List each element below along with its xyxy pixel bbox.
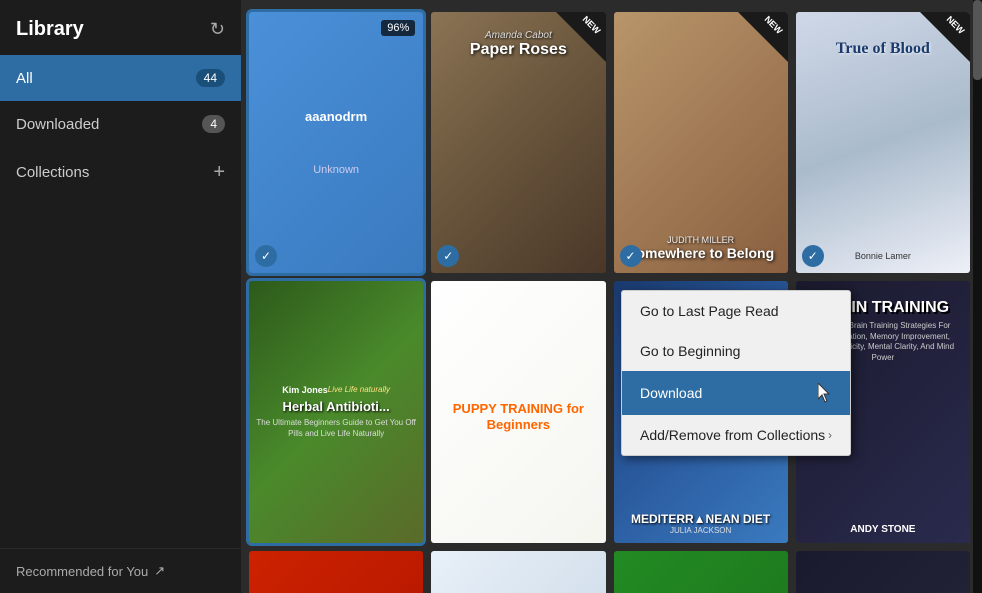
book-card-11[interactable]: ★ SURVIVAL Pantry Essential Guide <box>614 551 788 593</box>
book-1-check: ✓ <box>255 245 277 267</box>
book-3-check: ✓ <box>620 245 642 267</box>
book-card-2[interactable]: Amanda Cabot Paper Roses NEW ✓ <box>431 12 605 273</box>
book-1-progress: 96% <box>381 20 415 36</box>
book-2-author: Amanda Cabot <box>485 30 552 41</box>
sidebar: Library ↻ All 44 Downloaded 4 Collection… <box>0 0 241 593</box>
book-3-author: JUDITH MILLER <box>667 235 734 245</box>
book-1-subtitle: Unknown <box>313 164 359 176</box>
context-menu: Go to Last Page Read Go to Beginning Dow… <box>621 290 851 456</box>
book-card-3[interactable]: JUDITH MILLER Somewhere to Belong NEW ✓ <box>614 12 788 273</box>
context-menu-download-label: Download <box>640 385 702 401</box>
book-8-author: ANDY STONE <box>850 524 915 535</box>
sidebar-item-collections[interactable]: Collections + <box>0 147 241 198</box>
book-4-check: ✓ <box>802 245 824 267</box>
context-menu-last-page[interactable]: Go to Last Page Read <box>622 291 850 331</box>
context-menu-beginning[interactable]: Go to Beginning <box>622 331 850 371</box>
book-7-author: JULIA JACKSON <box>670 526 731 535</box>
context-menu-beginning-label: Go to Beginning <box>640 343 740 359</box>
book-6-title: PUPPY TRAINING for Beginners <box>439 401 597 432</box>
recommended-label: Recommended for You <box>16 564 148 579</box>
sidebar-item-all-count: 44 <box>196 69 225 87</box>
cursor-icon <box>818 383 832 403</box>
book-card-4[interactable]: True of Blood Bonnie Lamer NEW ✓ <box>796 12 970 273</box>
refresh-icon[interactable]: ↻ <box>210 19 225 40</box>
book-5-author: Kim Jones <box>282 385 328 395</box>
book-5-desc: The Ultimate Beginners Guide to Get You … <box>255 418 417 439</box>
main-content: aaanodrm Unknown 96% ✓ Amanda Cabot Pape… <box>241 0 982 593</box>
book-card-5[interactable]: Kim Jones Live Life naturally Herbal Ant… <box>249 281 423 542</box>
sidebar-downloaded-count: 4 <box>202 115 225 133</box>
book-7-title: MEDITERR▲NEAN DIET <box>631 512 770 526</box>
book-card-9[interactable]: Digital Photography <box>249 551 423 593</box>
book-4-author: Bonnie Lamer <box>855 251 911 261</box>
book-5-title: Herbal Antibioti... <box>283 399 390 415</box>
book-grid: aaanodrm Unknown 96% ✓ Amanda Cabot Pape… <box>245 8 974 593</box>
book-2-title: Paper Roses <box>470 41 567 59</box>
scrollbar-thumb[interactable] <box>973 0 982 80</box>
book-4-title: True of Blood <box>836 40 930 58</box>
sidebar-header: Library ↻ <box>0 0 241 55</box>
sidebar-item-downloaded[interactable]: Downloaded 4 <box>0 101 241 147</box>
book-1-title: aaanodrm <box>305 109 367 124</box>
add-collection-icon[interactable]: + <box>213 161 225 184</box>
book-card-10[interactable]: SOPHIE MILLER Designed to Make Your Life… <box>431 551 605 593</box>
book-card-12[interactable]: PHOTOGRAPHY LIGHTING Know-How Tips on ho… <box>796 551 970 593</box>
book-card-6[interactable]: PUPPY TRAINING for Beginners <box>431 281 605 542</box>
context-menu-add-remove-label: Add/Remove from Collections <box>640 427 825 443</box>
context-menu-download[interactable]: Download <box>622 371 850 415</box>
sidebar-title: Library <box>16 18 84 41</box>
sidebar-downloaded-label: Downloaded <box>16 116 99 133</box>
sidebar-footer[interactable]: Recommended for You ↗ <box>0 548 241 593</box>
recommended-link-icon: ↗ <box>154 563 165 579</box>
scrollbar-track[interactable] <box>973 0 982 593</box>
context-menu-add-remove-arrow: › <box>828 428 832 442</box>
book-3-title: Somewhere to Belong <box>627 245 774 261</box>
sidebar-item-all[interactable]: All 44 <box>0 55 241 101</box>
book-card-1[interactable]: aaanodrm Unknown 96% ✓ <box>249 12 423 273</box>
sidebar-item-all-label: All <box>16 70 33 87</box>
context-menu-last-page-label: Go to Last Page Read <box>640 303 779 319</box>
context-menu-add-remove[interactable]: Add/Remove from Collections › <box>622 415 850 455</box>
sidebar-collections-label: Collections <box>16 164 89 181</box>
